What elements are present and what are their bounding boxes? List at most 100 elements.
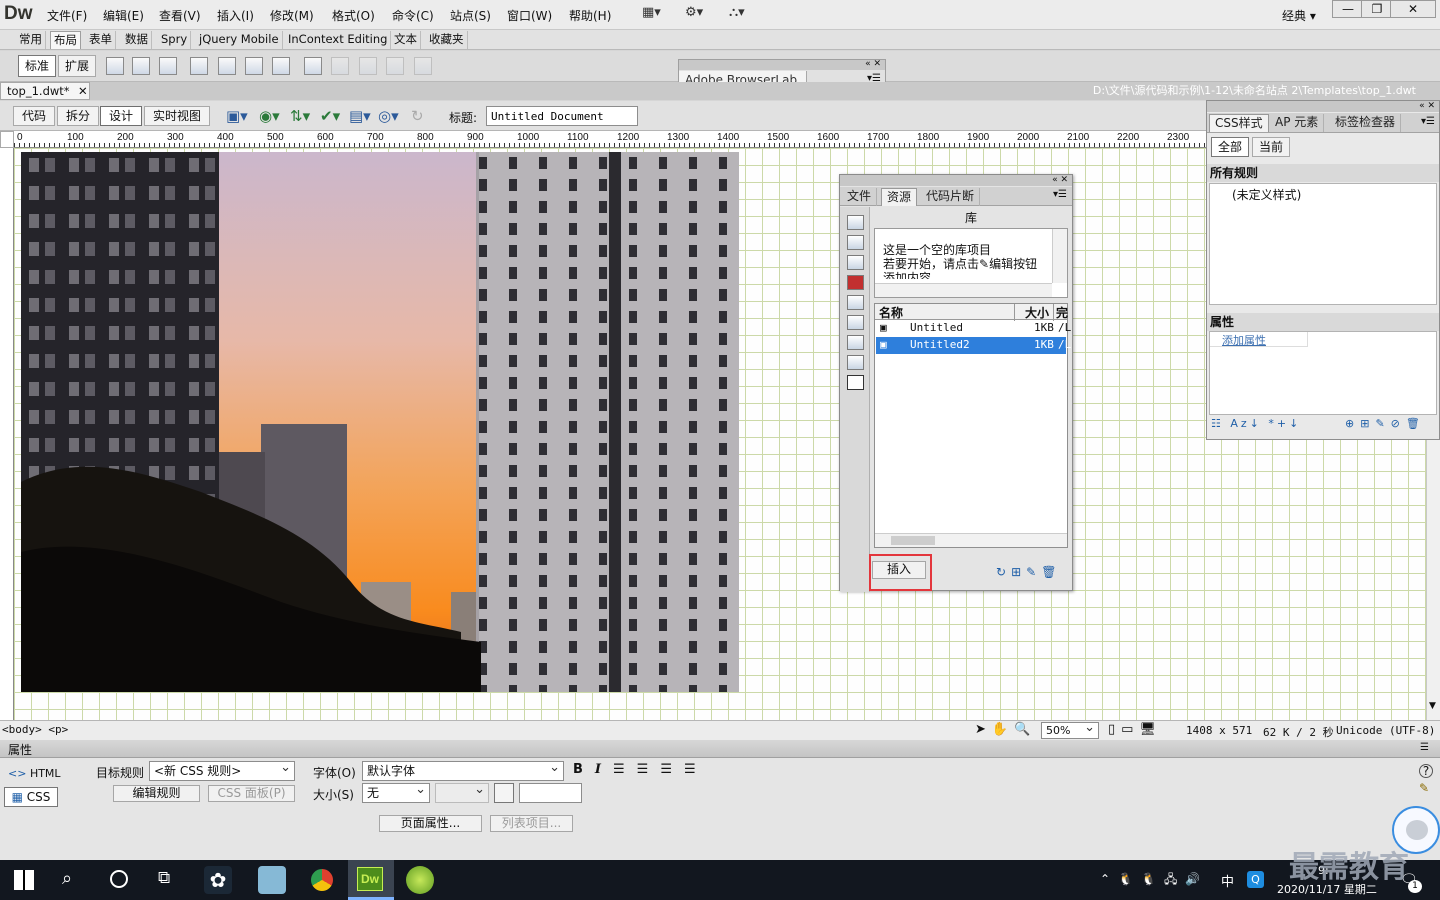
spry-tabbed-panels-icon[interactable] xyxy=(218,57,236,75)
templates-category-icon[interactable] xyxy=(847,355,864,370)
color-input[interactable] xyxy=(519,783,582,803)
live-view-button[interactable]: 实时视图 xyxy=(144,106,211,126)
tab-files[interactable]: 文件 xyxy=(842,188,878,206)
sunset-buildings-image[interactable] xyxy=(21,152,739,692)
menu-modify[interactable]: 修改(M) xyxy=(270,7,314,24)
select-tool-icon[interactable]: ➤ xyxy=(975,722,992,737)
tab-incontext-editing[interactable]: InContext Editing xyxy=(285,31,392,49)
tablet-size-icon[interactable]: ▭ xyxy=(1121,722,1139,737)
fluid-grid-icon[interactable] xyxy=(159,57,177,75)
preview-browser-icon[interactable]: ◉▾ xyxy=(259,107,280,125)
movies-category-icon[interactable] xyxy=(847,315,864,330)
alpha-view-icon[interactable]: Az↓ xyxy=(1230,417,1262,430)
new-rule-icon[interactable]: ⊞ xyxy=(1360,417,1375,430)
current-mode-button[interactable]: 当前 xyxy=(1252,137,1291,157)
browserlab-titlebar[interactable]: « ✕ xyxy=(679,60,885,70)
ruler-origin[interactable] xyxy=(0,131,14,148)
refresh-site-list-icon[interactable]: ↻ xyxy=(996,565,1011,579)
disable-rule-icon[interactable]: ⊘ xyxy=(1391,417,1406,430)
tab-jquery-mobile[interactable]: jQuery Mobile xyxy=(196,31,283,49)
list-item[interactable]: ▣ Untitled 1KB /L xyxy=(876,320,1071,337)
multiscreen-icon[interactable]: ▣▾ xyxy=(226,107,248,125)
mobile-size-icon[interactable]: ▯ xyxy=(1108,722,1121,737)
edit-rule-icon[interactable]: ✎ xyxy=(1375,417,1390,430)
tab-tag-inspector[interactable]: 标签检查器 xyxy=(1330,114,1402,132)
tab-data[interactable]: 数据 xyxy=(122,31,152,49)
column-name[interactable]: 名称 xyxy=(879,304,903,321)
rule-item[interactable]: (未定义样式) xyxy=(1232,186,1301,203)
preview-horizontal-scrollbar[interactable] xyxy=(875,283,1052,297)
tab-common[interactable]: 常用 xyxy=(16,31,46,49)
tab-css-styles[interactable]: CSS样式 xyxy=(1209,114,1269,132)
new-library-item-icon[interactable]: ⊞ xyxy=(1011,565,1026,579)
document-title-input[interactable] xyxy=(486,106,638,126)
design-view-button[interactable]: 设计 xyxy=(100,106,143,126)
layout-switcher-icon[interactable]: ▦▾ xyxy=(642,5,661,20)
flash-category-icon[interactable] xyxy=(847,275,864,290)
menu-view[interactable]: 查看(V) xyxy=(159,7,201,24)
align-left-icon[interactable]: ☰ xyxy=(613,762,637,777)
insert-div-icon[interactable] xyxy=(106,57,124,75)
visual-aids-icon[interactable]: ◎▾ xyxy=(378,107,399,125)
page-properties-button[interactable]: 页面属性... xyxy=(379,815,482,832)
urls-category-icon[interactable] xyxy=(847,255,864,270)
preview-vertical-scrollbar[interactable] xyxy=(1052,229,1067,283)
scroll-thumb[interactable] xyxy=(891,536,935,545)
panel-options-icon[interactable]: ▾☰ xyxy=(1421,116,1435,127)
spry-collapsible-icon[interactable] xyxy=(272,57,290,75)
justify-icon[interactable]: ☰ xyxy=(684,762,708,777)
expanded-mode-button[interactable]: 扩展 xyxy=(58,55,97,77)
spry-accordion-icon[interactable] xyxy=(245,57,263,75)
tray-expand-icon[interactable]: ⌃ xyxy=(1100,872,1118,886)
list-item-selected[interactable]: ▣ Untitled2 1KB /L xyxy=(876,337,1071,354)
menu-format[interactable]: 格式(O) xyxy=(332,7,375,24)
window-dimensions[interactable]: 1408 x 571 xyxy=(1186,724,1252,737)
menu-file[interactable]: 文件(F) xyxy=(47,7,87,24)
color-picker[interactable] xyxy=(494,783,514,803)
edit-rule-button[interactable]: 编辑规则 xyxy=(113,785,200,802)
dreamweaver-task-active[interactable]: Dw xyxy=(348,860,394,900)
melon-app-icon[interactable] xyxy=(406,866,434,894)
network-icon[interactable]: 🖧 xyxy=(1164,872,1185,886)
menu-site[interactable]: 站点(S) xyxy=(450,7,491,24)
properties-titlebar[interactable]: 属性 ☰ xyxy=(0,740,1440,758)
list-horizontal-scrollbar[interactable] xyxy=(875,533,1067,547)
document-tab[interactable]: top_1.dwt* ✕ xyxy=(0,82,90,100)
zoom-select[interactable]: 50% xyxy=(1041,720,1099,739)
delete-icon[interactable]: 🗑 xyxy=(1041,565,1061,579)
code-view-button[interactable]: 代码 xyxy=(13,106,56,126)
align-right-icon[interactable]: ☰ xyxy=(660,762,684,777)
assets-panel-titlebar[interactable]: « ✕ xyxy=(840,175,1072,186)
add-property-link[interactable]: 添加属性 xyxy=(1210,332,1308,347)
split-view-button[interactable]: 拆分 xyxy=(57,106,100,126)
panel-options-icon[interactable]: ▾☰ xyxy=(1053,189,1067,200)
check-browser-icon[interactable]: ▤▾ xyxy=(349,107,371,125)
workspace-switcher[interactable]: 经典 ▾ xyxy=(1282,7,1316,24)
menu-insert[interactable]: 插入(I) xyxy=(217,7,254,24)
tab-assets[interactable]: 资源 xyxy=(881,188,918,206)
chrome-icon[interactable] xyxy=(308,866,336,894)
ime-indicator[interactable]: 中 xyxy=(1221,871,1234,890)
all-mode-button[interactable]: 全部 xyxy=(1211,137,1250,157)
tab-favorites[interactable]: 收藏夹 xyxy=(426,31,468,49)
extend-gear-icon[interactable]: ⚙▾ xyxy=(685,5,703,20)
minimize-button[interactable]: — xyxy=(1332,0,1364,18)
cortana-icon[interactable] xyxy=(110,870,128,888)
italic-icon[interactable]: I xyxy=(595,762,613,777)
set-props-icon[interactable]: *+↓ xyxy=(1268,417,1301,430)
close-button[interactable]: ✕ xyxy=(1390,0,1436,18)
images-category-icon[interactable] xyxy=(847,215,864,230)
panel-options-icon[interactable]: ☰ xyxy=(1420,742,1429,753)
delete-rule-icon[interactable]: 🗑 xyxy=(1406,417,1426,430)
writer-app-icon[interactable] xyxy=(258,866,286,894)
restore-button[interactable]: ❐ xyxy=(1361,0,1393,18)
shockwave-category-icon[interactable] xyxy=(847,295,864,310)
task-view-icon[interactable]: ⧉ xyxy=(158,868,170,888)
help-icon[interactable]: ? xyxy=(1419,764,1433,778)
css-panel-titlebar[interactable]: « ✕ xyxy=(1207,101,1439,112)
start-button[interactable] xyxy=(14,870,34,890)
qq-browser-icon[interactable]: Q xyxy=(1247,871,1264,888)
site-tree-icon[interactable]: ⛬▾ xyxy=(729,5,745,20)
tab-ap-elements[interactable]: AP 元素 xyxy=(1270,114,1325,132)
column-path[interactable]: 完 xyxy=(1053,304,1068,321)
